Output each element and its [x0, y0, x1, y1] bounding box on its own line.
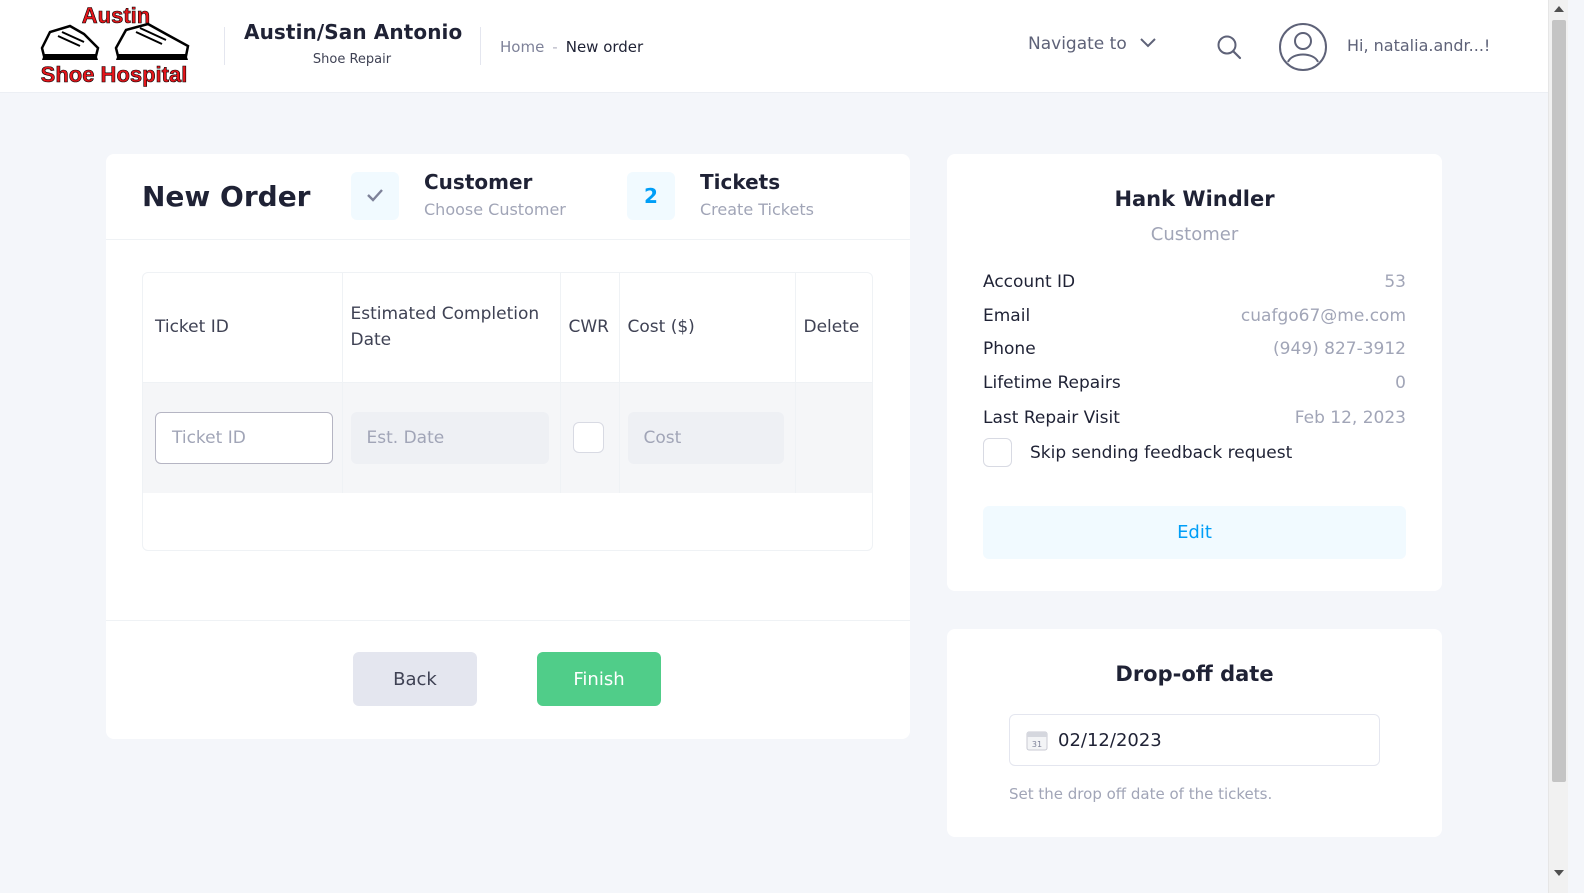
cwr-cell	[560, 381, 620, 493]
table-row: Ticket ID Est. Date Cost	[143, 381, 872, 493]
breadcrumb-divider	[480, 27, 481, 65]
column-header-cost: Cost ($)	[619, 273, 796, 382]
breadcrumb: Home - New order	[500, 38, 643, 56]
brand-divider	[224, 27, 225, 65]
tickets-table: Ticket ID Estimated Completion Date CWR …	[142, 272, 873, 551]
skip-feedback-option: Skip sending feedback request	[983, 438, 1292, 467]
dropoff-date-input[interactable]: 31 02/12/2023	[1009, 714, 1380, 766]
column-header-ticket-id: Ticket ID	[143, 273, 343, 382]
company-logo[interactable]: Austin Shoe Hospital	[36, 2, 196, 90]
breadcrumb-separator: -	[552, 38, 558, 56]
brand-title: Austin/San Antonio	[244, 20, 463, 44]
table-header-row: Ticket ID Estimated Completion Date CWR …	[143, 273, 872, 382]
customer-role: Customer	[1150, 224, 1239, 245]
dropoff-date-value: 02/12/2023	[1058, 729, 1162, 751]
dropoff-help-text: Set the drop off date of the tickets.	[1009, 785, 1273, 803]
info-row-account-id: Account ID 53	[983, 272, 1406, 292]
skip-feedback-label[interactable]: Skip sending feedback request	[1030, 443, 1292, 463]
column-header-cwr: CWR	[560, 273, 620, 382]
cost-cell: Cost	[619, 381, 796, 493]
page-scrollbar[interactable]	[1548, 0, 1568, 893]
step-customer-description: Choose Customer	[424, 200, 566, 219]
check-icon	[366, 187, 384, 206]
brand-block: Austin/San Antonio Shoe Repair	[244, 20, 463, 67]
scroll-up-arrow-icon[interactable]	[1554, 6, 1564, 12]
dropoff-card: Drop-off date 31 02/12/2023 Set the drop…	[947, 629, 1442, 837]
info-label: Lifetime Repairs	[983, 373, 1121, 393]
scroll-thumb[interactable]	[1552, 20, 1566, 782]
est-date-cell: Est. Date	[342, 381, 561, 493]
step-customer[interactable]: Customer Choose Customer	[424, 170, 566, 219]
dropoff-title: Drop-off date	[1115, 662, 1274, 686]
info-label: Email	[983, 306, 1031, 326]
est-date-input[interactable]: Est. Date	[350, 411, 549, 464]
scroll-down-arrow-icon[interactable]	[1554, 870, 1564, 876]
ticket-id-input[interactable]: Ticket ID	[155, 411, 333, 464]
breadcrumb-home-link[interactable]: Home	[500, 38, 544, 56]
svg-text:Austin: Austin	[82, 3, 150, 28]
step-tickets-title: Tickets	[700, 170, 781, 194]
info-value: 0	[1395, 373, 1406, 393]
navigate-to-label: Navigate to	[1028, 34, 1127, 54]
breadcrumb-current: New order	[565, 38, 644, 56]
search-icon[interactable]	[1216, 34, 1242, 60]
step-tickets-description: Create Tickets	[700, 200, 814, 219]
user-greeting[interactable]: Hi, natalia.andr...!	[1347, 36, 1490, 55]
cost-input[interactable]: Cost	[627, 411, 784, 464]
column-header-delete: Delete	[803, 317, 860, 338]
calendar-icon: 31	[1026, 729, 1048, 751]
step-customer-indicator	[351, 172, 399, 220]
skip-feedback-checkbox[interactable]	[983, 438, 1012, 467]
step-tickets[interactable]: Tickets Create Tickets	[700, 170, 814, 219]
page-title: New Order	[142, 180, 311, 213]
new-order-card: New Order Customer Choose Customer 2 Tic…	[106, 154, 910, 739]
navigate-to-dropdown[interactable]: Navigate to	[1028, 34, 1157, 54]
chevron-down-icon	[1139, 34, 1157, 54]
step-tickets-indicator: 2	[627, 172, 675, 220]
info-label: Account ID	[983, 272, 1076, 292]
finish-button[interactable]: Finish	[537, 652, 661, 706]
cwr-checkbox[interactable]	[572, 422, 604, 454]
svg-text:Shoe Hospital: Shoe Hospital	[41, 62, 188, 87]
card-footer-divider	[106, 620, 910, 621]
customer-name: Hank Windler	[1114, 187, 1275, 211]
info-row-phone: Phone (949) 827-3912	[983, 339, 1406, 359]
svg-text:31: 31	[1032, 740, 1042, 749]
back-button[interactable]: Back	[353, 652, 477, 706]
delete-cell	[795, 381, 872, 493]
top-header: Austin Shoe Hospital Austin/San Antonio …	[0, 0, 1548, 93]
user-avatar-icon[interactable]	[1278, 22, 1328, 72]
info-value: cuafgo67@me.com	[1240, 306, 1406, 326]
info-label: Last Repair Visit	[983, 408, 1120, 428]
edit-customer-button[interactable]: Edit	[983, 506, 1406, 559]
step-customer-title: Customer	[424, 170, 533, 194]
info-label: Phone	[983, 339, 1036, 359]
info-value: (949) 827-3912	[1273, 339, 1406, 359]
column-header-completion-date: Estimated Completion Date	[342, 273, 561, 382]
ticket-id-cell: Ticket ID	[143, 381, 343, 493]
step-tickets-number: 2	[644, 184, 658, 208]
customer-card: Hank Windler Customer Account ID 53 Emai…	[947, 154, 1442, 591]
brand-subtitle: Shoe Repair	[312, 52, 392, 67]
info-row-lifetime-repairs: Lifetime Repairs 0	[983, 373, 1406, 393]
info-row-last-repair-visit: Last Repair Visit Feb 12, 2023	[983, 408, 1406, 428]
card-divider	[106, 239, 910, 240]
info-value: 53	[1384, 272, 1406, 292]
info-row-email: Email cuafgo67@me.com	[983, 306, 1406, 326]
info-value: Feb 12, 2023	[1294, 408, 1406, 428]
